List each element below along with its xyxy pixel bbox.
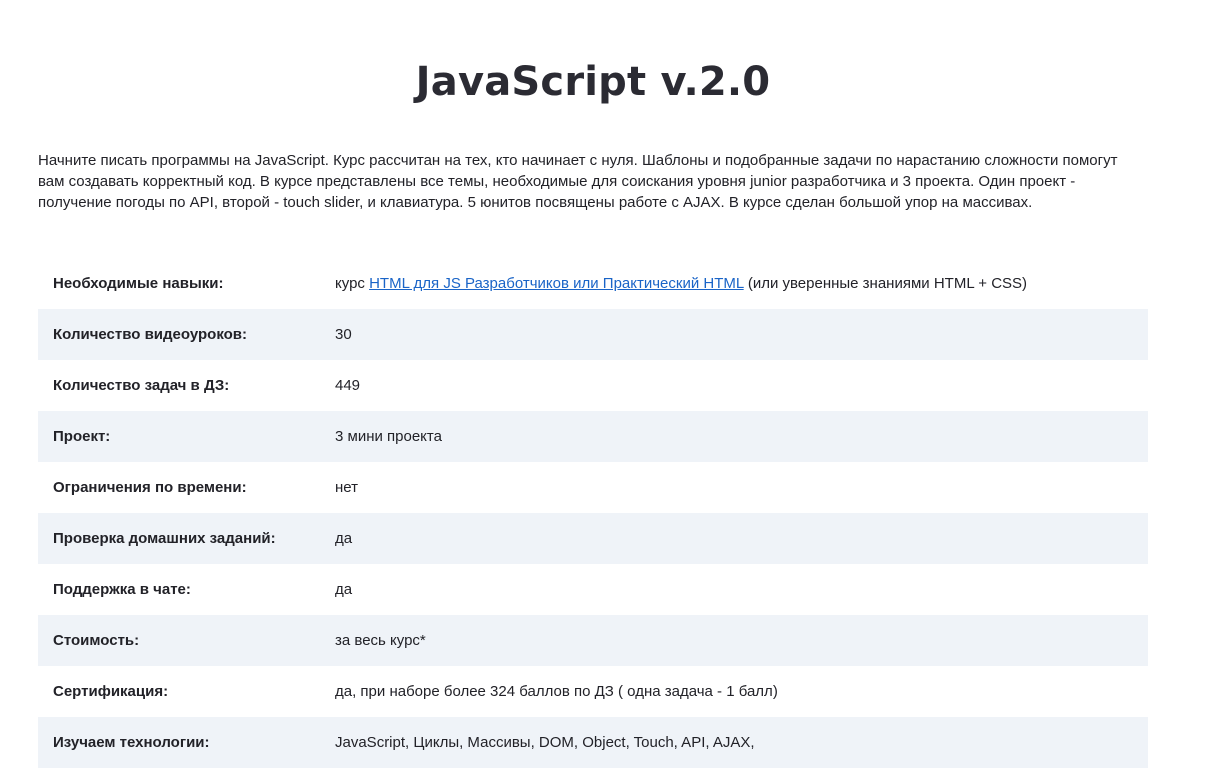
spec-value: да, при наборе более 324 баллов по ДЗ ( … — [335, 683, 778, 700]
spec-row-skills: Необходимые навыки: курс HTML для JS Раз… — [38, 258, 1148, 309]
skills-prefix: курс — [335, 275, 370, 292]
spec-label: Количество задач в ДЗ: — [53, 377, 230, 394]
spec-label: Поддержка в чате: — [53, 581, 191, 598]
spec-row-chat-support: Поддержка в чате: да — [38, 564, 1148, 615]
course-specs-table: Необходимые навыки: курс HTML для JS Раз… — [38, 258, 1148, 768]
spec-value: да — [335, 530, 353, 547]
spec-value: 3 мини проекта — [335, 428, 442, 445]
course-page: JavaScript v.2.0 Начните писать программ… — [0, 0, 1231, 777]
spec-value: да — [335, 581, 353, 598]
spec-label: Сертификация: — [53, 683, 169, 700]
spec-row-videos: Количество видеоуроков: 30 — [38, 309, 1148, 360]
spec-row-tasks: Количество задач в ДЗ: 449 — [38, 360, 1148, 411]
spec-value: 30 — [335, 326, 352, 343]
prerequisite-course-link[interactable]: HTML для JS Разработчиков или Практическ… — [369, 275, 744, 292]
spec-label: Ограничения по времени: — [53, 479, 247, 496]
page-title: JavaScript v.2.0 — [415, 59, 771, 105]
spec-row-technologies: Изучаем технологии: JavaScript, Циклы, М… — [38, 717, 1148, 768]
spec-value: за весь курс* — [335, 632, 426, 649]
spec-value: курс HTML для JS Разработчиков или Практ… — [335, 275, 1148, 292]
spec-row-homework-review: Проверка домашних заданий: да — [38, 513, 1148, 564]
spec-row-time-limit: Ограничения по времени: нет — [38, 462, 1148, 513]
spec-value: JavaScript, Циклы, Массивы, DOM, Object,… — [335, 734, 755, 751]
spec-row-project: Проект: 3 мини проекта — [38, 411, 1148, 462]
spec-label: Изучаем технологии: — [53, 734, 210, 751]
spec-value: 449 — [335, 377, 361, 394]
skills-suffix: (или уверенные знаниями HTML + CSS) — [743, 275, 1028, 292]
spec-row-price: Стоимость: за весь курс* — [38, 615, 1148, 666]
spec-value: нет — [335, 479, 358, 496]
spec-label: Необходимые навыки: — [53, 275, 224, 292]
spec-label: Проверка домашних заданий: — [53, 530, 276, 547]
course-description: Начните писать программы на JavaScript. … — [38, 152, 1118, 211]
spec-label: Проект: — [53, 428, 111, 445]
spec-label: Количество видеоуроков: — [53, 326, 248, 343]
spec-label: Стоимость: — [53, 632, 140, 649]
spec-row-certification: Сертификация: да, при наборе более 324 б… — [38, 666, 1148, 717]
